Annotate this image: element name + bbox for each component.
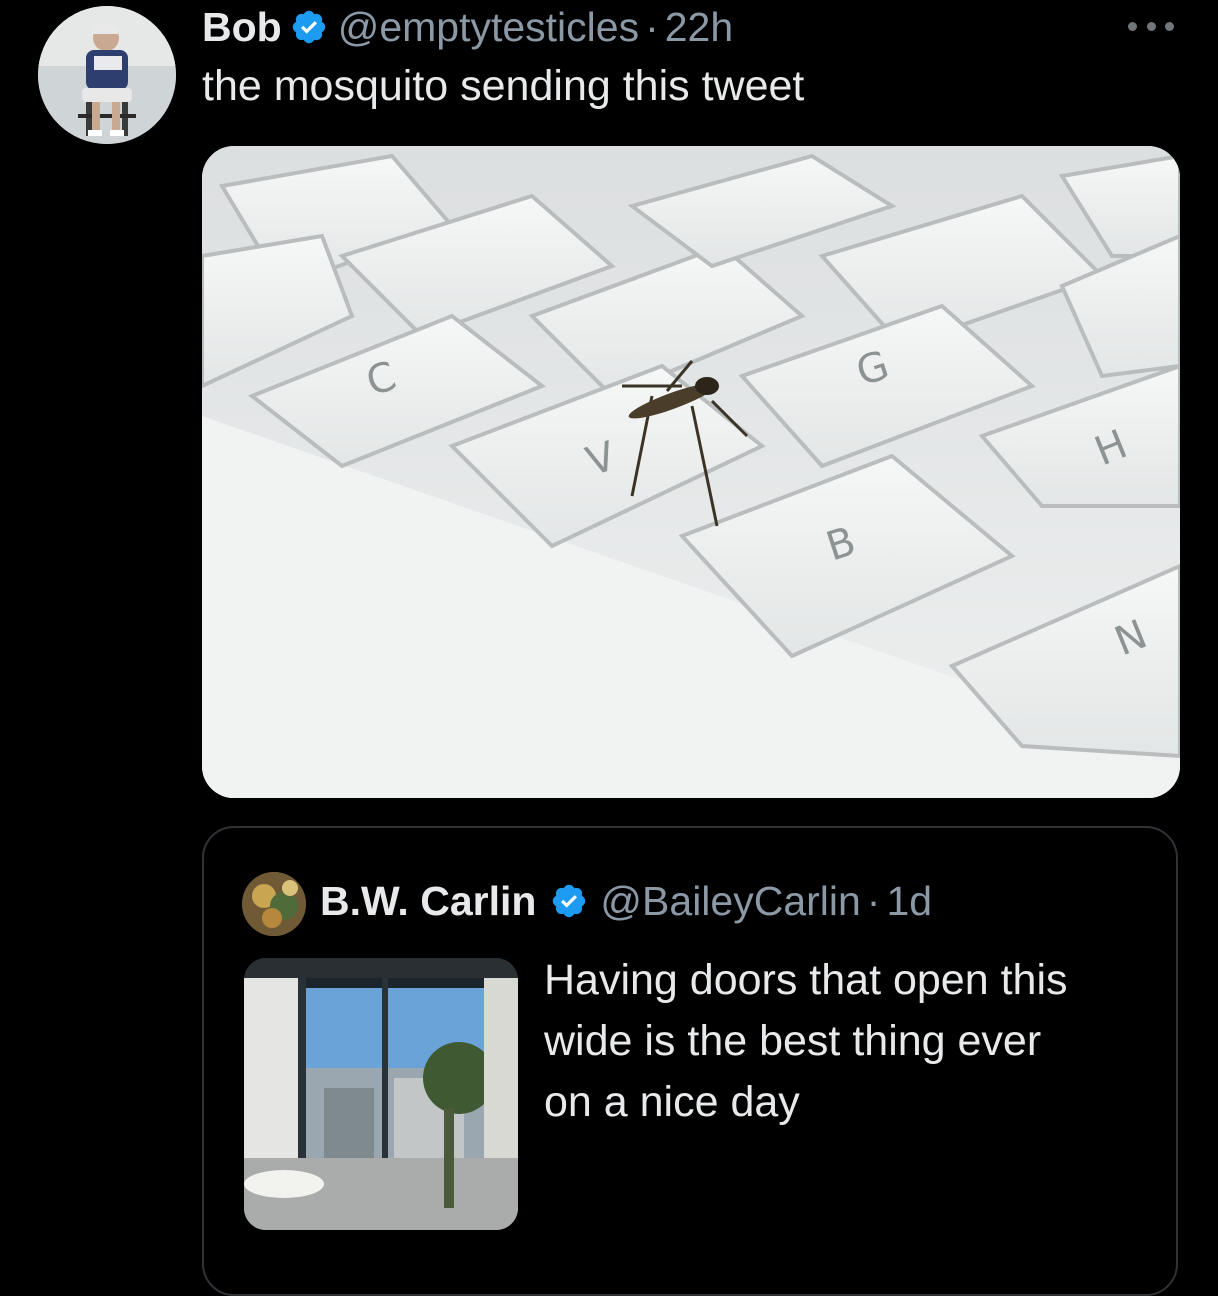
quoted-tweet-header: B.W. Carlin @BaileyCarlin · 1d (320, 876, 932, 926)
verified-badge-icon (290, 8, 328, 46)
tweet[interactable]: Bob @emptytesticles · 22h the mosquito s… (0, 0, 1218, 1296)
tweet-text: the mosquito sending this tweet (202, 62, 805, 110)
tweet-media-photo[interactable]: C V G B H N (202, 146, 1180, 798)
quoted-author-handle[interactable]: @BaileyCarlin (600, 878, 860, 925)
tweet-header: Bob @emptytesticles · 22h (202, 2, 733, 52)
quoted-tweet-text-line: on a nice day (544, 1078, 800, 1126)
quoted-tweet-text-line: wide is the best thing ever (544, 1017, 1042, 1065)
quoted-tweet-media-photo[interactable] (244, 958, 518, 1230)
author-avatar[interactable] (38, 6, 176, 144)
quoted-tweet-text-line: Having doors that open this (544, 956, 1068, 1004)
quoted-tweet-timestamp[interactable]: 1d (886, 878, 932, 925)
quoted-author-avatar[interactable] (242, 872, 306, 936)
verified-badge-icon (550, 882, 588, 920)
author-handle[interactable]: @emptytesticles (338, 4, 639, 51)
quoted-tweet-text: Having doors that open this wide is the … (544, 950, 1154, 1133)
author-name[interactable]: Bob (202, 4, 282, 51)
more-options-icon[interactable] (1128, 20, 1174, 32)
tweet-timestamp[interactable]: 22h (665, 4, 733, 51)
separator-dot: · (645, 3, 659, 50)
separator-dot: · (866, 877, 881, 924)
quoted-author-name[interactable]: B.W. Carlin (320, 878, 536, 925)
quoted-tweet[interactable]: B.W. Carlin @BaileyCarlin · 1d Having do… (202, 826, 1178, 1296)
